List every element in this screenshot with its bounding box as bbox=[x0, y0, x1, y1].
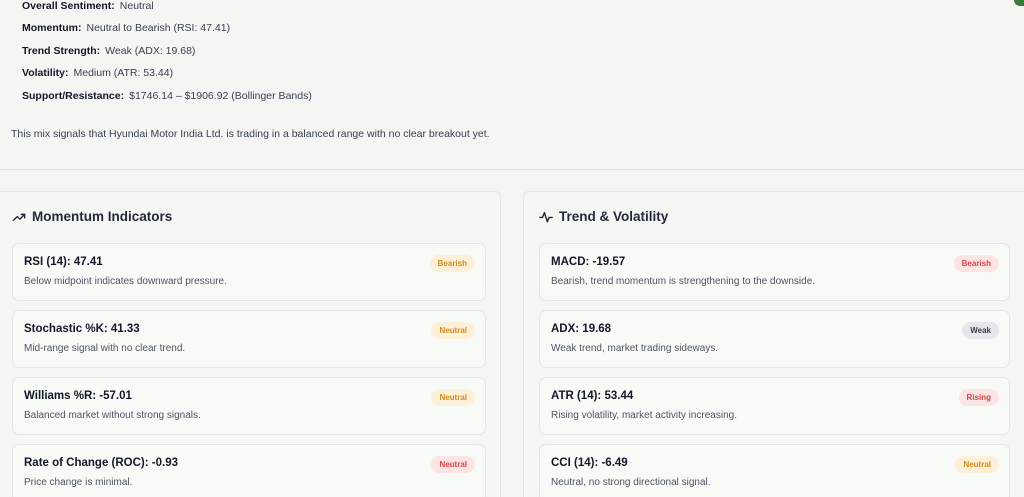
indicator-card-roc: Rate of Change (ROC): -0.93 Price change… bbox=[12, 444, 486, 497]
summary-value: Neutral to Bearish (RSI: 47.41) bbox=[86, 22, 231, 35]
corner-indicator bbox=[1014, 0, 1024, 6]
summary-row-momentum: Momentum: Neutral to Bearish (RSI: 47.41) bbox=[22, 21, 312, 43]
indicator-card-macd: MACD: -19.57 Bearish, trend momentum is … bbox=[539, 243, 1010, 301]
indicator-title: ADX: 19.68 bbox=[551, 323, 612, 335]
indicator-card-stochastic: Stochastic %K: 41.33 Mid-range signal wi… bbox=[12, 310, 486, 368]
indicator-title: Stochastic %K: 41.33 bbox=[24, 323, 140, 335]
summary-value: Medium (ATR: 53.44) bbox=[73, 67, 174, 80]
indicator-title: RSI (14): 47.41 bbox=[24, 256, 103, 268]
trend-volatility-panel: Trend & Volatility MACD: -19.57 Bearish,… bbox=[523, 191, 1024, 497]
indicator-description: Weak trend, market trading sideways. bbox=[551, 343, 719, 354]
summary-row-sentiment: Overall Sentiment: Neutral bbox=[22, 0, 312, 21]
panel-header: Trend & Volatility bbox=[539, 209, 668, 224]
trending-up-icon bbox=[12, 213, 26, 221]
indicator-card-cci: CCI (14): -6.49 Neutral, no strong direc… bbox=[539, 444, 1010, 497]
indicator-title: Williams %R: -57.01 bbox=[24, 390, 132, 402]
indicator-title: MACD: -19.57 bbox=[551, 256, 626, 268]
indicator-card-williams: Williams %R: -57.01 Balanced market with… bbox=[12, 377, 486, 435]
indicator-title: Rate of Change (ROC): -0.93 bbox=[24, 457, 178, 469]
status-badge: Weak bbox=[962, 322, 999, 339]
indicator-description: Bearish, trend momentum is strengthening… bbox=[551, 276, 816, 287]
summary-label: Volatility: bbox=[22, 67, 69, 80]
summary-note: This mix signals that Hyundai Motor Indi… bbox=[11, 128, 490, 140]
summary-value: Neutral bbox=[119, 0, 154, 12]
status-badge: Neutral bbox=[955, 456, 999, 473]
panel-title: Momentum Indicators bbox=[32, 209, 173, 224]
status-badge: Rising bbox=[958, 389, 999, 406]
indicator-title: CCI (14): -6.49 bbox=[551, 457, 628, 469]
summary-value: $1746.14 – $1906.92 (Bollinger Bands) bbox=[129, 89, 312, 102]
momentum-indicators-panel: Momentum Indicators RSI (14): 47.41 Belo… bbox=[0, 191, 501, 497]
indicator-card-rsi: RSI (14): 47.41 Below midpoint indicates… bbox=[12, 243, 486, 301]
sentiment-summary: Overall Sentiment: Neutral Momentum: Neutr… bbox=[22, 0, 312, 111]
summary-row-support-resistance: Support/Resistance: $1746.14 – $1906.92 (… bbox=[22, 89, 312, 111]
summary-row-volatility: Volatility: Medium (ATR: 53.44) bbox=[22, 66, 312, 88]
status-badge: Bearish bbox=[429, 255, 475, 272]
indicator-description: Balanced market without strong signals. bbox=[24, 410, 201, 421]
summary-label: Support/Resistance: bbox=[22, 89, 125, 102]
indicator-title: ATR (14): 53.44 bbox=[551, 390, 634, 402]
status-badge: Neutral bbox=[431, 389, 475, 406]
summary-label: Momentum: bbox=[22, 22, 82, 35]
indicator-description: Mid-range signal with no clear trend. bbox=[24, 343, 186, 354]
status-badge: Neutral bbox=[431, 322, 475, 339]
indicator-card-atr: ATR (14): 53.44 Rising volatility, marke… bbox=[539, 377, 1010, 435]
summary-label: Overall Sentiment: bbox=[22, 0, 115, 12]
indicator-description: Neutral, no strong directional signal. bbox=[551, 477, 711, 488]
indicator-card-adx: ADX: 19.68 Weak trend, market trading si… bbox=[539, 310, 1010, 368]
indicator-description: Below midpoint indicates downward pressu… bbox=[24, 276, 227, 287]
section-divider bbox=[0, 169, 1024, 170]
status-badge: Bearish bbox=[953, 255, 999, 272]
summary-value: Weak (ADX: 19.68) bbox=[105, 44, 196, 57]
indicator-description: Price change is minimal. bbox=[24, 477, 133, 488]
status-badge: Neutral bbox=[431, 456, 475, 473]
indicator-description: Rising volatility, market activity incre… bbox=[551, 410, 737, 421]
activity-icon bbox=[539, 211, 553, 223]
panel-header: Momentum Indicators bbox=[12, 209, 172, 224]
summary-label: Trend Strength: bbox=[22, 44, 101, 57]
panel-title: Trend & Volatility bbox=[559, 209, 669, 224]
summary-row-trend-strength: Trend Strength: Weak (ADX: 19.68) bbox=[22, 44, 312, 66]
